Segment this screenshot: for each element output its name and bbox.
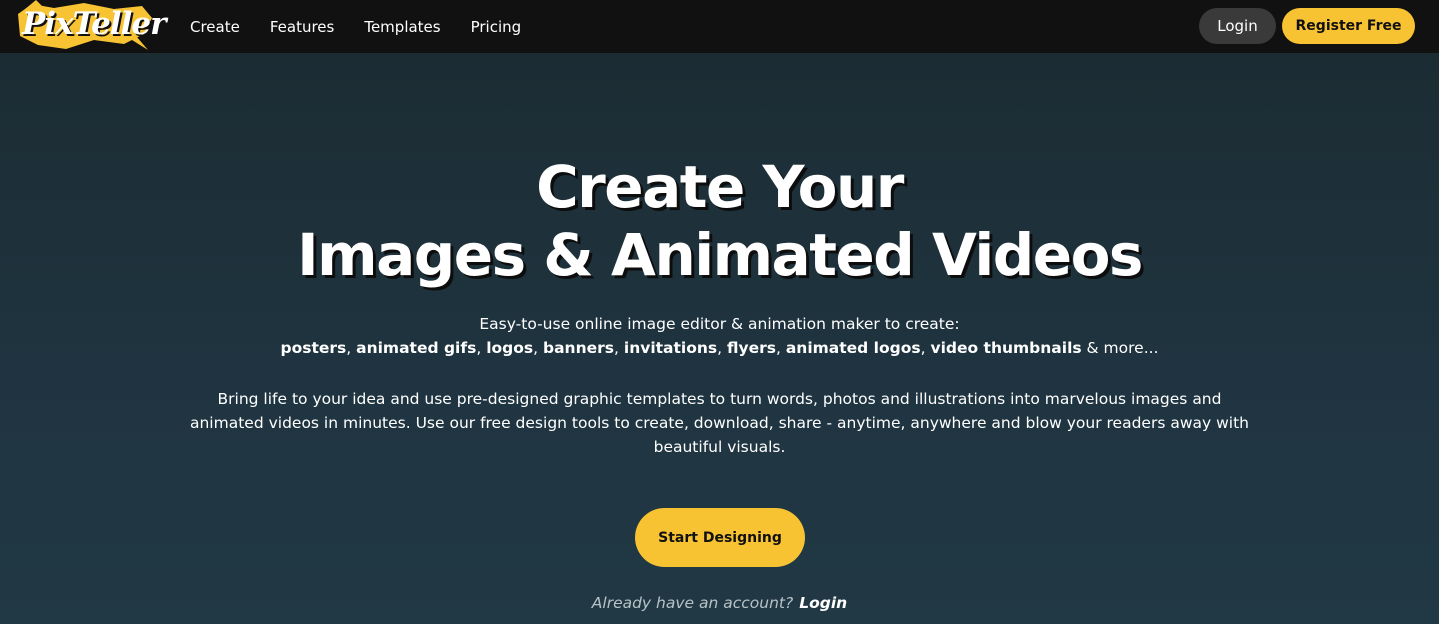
hero-subtitle: Easy-to-use online image editor & animat… [0, 315, 1439, 333]
use-case-item: banners [543, 339, 614, 357]
hero-description: Bring life to your idea and use pre-desi… [180, 387, 1259, 459]
nav-create[interactable]: Create [190, 18, 240, 36]
use-case-item: logos [486, 339, 533, 357]
headline-line-2: Images & Animated Videos [0, 221, 1439, 289]
start-designing-button[interactable]: Start Designing [635, 508, 805, 567]
register-free-button[interactable]: Register Free [1282, 8, 1415, 44]
use-case-suffix: & more... [1087, 339, 1159, 357]
nav-templates[interactable]: Templates [364, 18, 440, 36]
logo-text: PixTeller [22, 6, 165, 42]
top-navigation-bar: PixTeller Create Features Templates Pric… [0, 0, 1439, 53]
main-nav: Create Features Templates Pricing [190, 0, 551, 53]
use-case-item: video thumbnails [930, 339, 1081, 357]
use-case-item: flyers [727, 339, 776, 357]
hero-section: Create Your Images & Animated Videos Eas… [0, 53, 1439, 624]
already-account-text: Already have an account? [592, 594, 793, 612]
use-case-item: invitations [624, 339, 717, 357]
already-account-line: Already have an account? Login [0, 594, 1439, 612]
nav-pricing[interactable]: Pricing [471, 18, 522, 36]
headline-line-1: Create Your [0, 153, 1439, 221]
use-case-item: animated logos [786, 339, 921, 357]
hero-login-link[interactable]: Login [799, 594, 847, 612]
use-case-list: posters, animated gifs, logos, banners, … [0, 339, 1439, 357]
pixteller-logo[interactable]: PixTeller [14, 0, 154, 53]
nav-features[interactable]: Features [270, 18, 335, 36]
use-case-item: posters [281, 339, 347, 357]
use-case-item: animated gifs [356, 339, 476, 357]
login-button[interactable]: Login [1199, 8, 1276, 44]
